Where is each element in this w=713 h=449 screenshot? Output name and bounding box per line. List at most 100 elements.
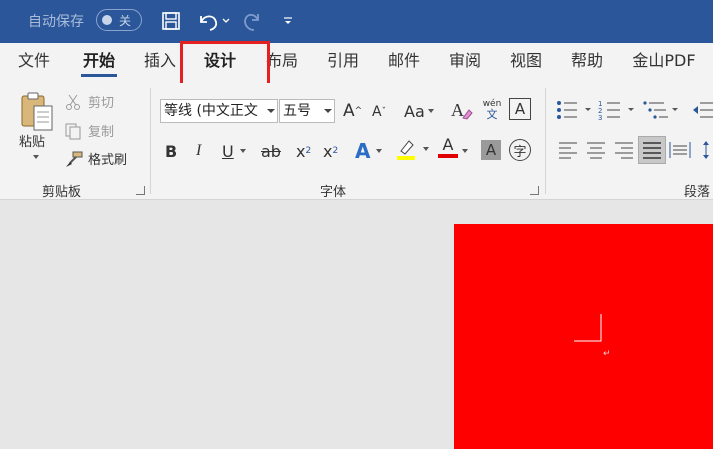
chevron-down-icon [427,109,434,113]
format-painter-label: 格式刷 [88,153,128,168]
bold-button[interactable]: B [165,139,177,163]
document-area: ↵ [0,200,713,449]
tab-help[interactable]: 帮助 [563,43,611,83]
underline-button[interactable]: U [222,139,246,163]
customize-quick-access-icon[interactable] [280,8,296,34]
font-group-label: 字体 [320,185,347,200]
superscript-label: x [323,141,333,161]
active-tab-indicator [81,74,117,77]
autosave-toggle[interactable]: 关 [96,9,142,31]
format-painter-button[interactable]: 格式刷 [64,149,127,168]
highlighter-icon [397,140,415,160]
subscript-label: x [296,141,306,161]
paste-dropdown[interactable] [33,155,39,159]
document-page[interactable]: ↵ [454,224,713,449]
clipboard-launcher-icon[interactable] [136,186,145,195]
chevron-down-icon [239,149,246,153]
superscript-digit: 2 [332,146,339,156]
superscript-button[interactable]: x2 [323,139,338,163]
group-divider [545,88,546,194]
shrink-caret-icon: ˇ [381,107,387,117]
decrease-indent-button[interactable] [690,98,713,122]
font-color-button[interactable]: A [438,137,458,161]
tab-references[interactable]: 引用 [319,43,367,83]
margin-corner-marker [574,314,602,342]
chevron-down-icon [267,109,275,113]
save-icon[interactable] [158,8,184,34]
distributed-button[interactable] [668,138,692,162]
line-spacing-button[interactable] [700,138,713,162]
enclose-characters-button[interactable]: 字 [509,139,531,161]
font-color-dropdown[interactable] [462,139,468,163]
font-color-label: A [442,135,454,154]
grow-font-button[interactable]: A ^ [343,99,362,123]
change-case-button[interactable]: Aa [404,99,434,123]
align-center-button[interactable] [584,138,608,162]
design-tab-highlight [180,41,270,88]
strikethrough-label: ab [261,141,281,161]
character-border-label: A [514,100,526,118]
font-color-swatch [438,154,458,158]
character-border-button[interactable]: A [509,98,531,120]
strikethrough-button[interactable]: ab [261,139,281,163]
chevron-down-icon [33,155,39,159]
redo-icon[interactable] [240,8,266,34]
copy-button[interactable]: 复制 [64,121,114,140]
title-bar: 自动保存 关 [0,0,713,43]
format-painter-icon [66,151,83,167]
paragraph-mark-icon: ↵ [603,349,611,359]
undo-icon[interactable] [194,8,232,34]
numbering-button[interactable]: 123 [598,98,638,122]
subscript-button[interactable]: x2 [296,139,311,163]
font-launcher-icon[interactable] [530,186,539,195]
font-size-combo[interactable]: 五号 [279,99,335,123]
shrink-font-label: A [372,104,382,120]
justify-button[interactable] [638,136,666,164]
bullets-button[interactable] [555,98,595,122]
tab-insert[interactable]: 插入 [136,43,184,83]
highlight-color-button[interactable] [395,137,429,161]
clipboard-group-label: 剪贴板 [42,185,82,200]
font-name-combo[interactable]: 等线 (中文正文 [160,99,278,123]
cut-button[interactable]: 剪切 [64,92,114,111]
grow-caret-icon: ^ [354,106,363,116]
text-effects-button[interactable]: A [355,139,383,163]
toggle-knob [102,15,112,25]
tab-view[interactable]: 视图 [502,43,550,83]
font-name-value: 等线 (中文正文 [164,103,258,119]
paragraph-group-label: 段落 [684,185,711,200]
svg-text:A: A [451,100,464,120]
phonetic-guide-button[interactable]: wén 文 [480,97,504,123]
font-size-value: 五号 [283,103,311,119]
tab-home[interactable]: 开始 [75,43,123,83]
clear-formatting-icon[interactable]: A [448,97,474,123]
scissors-icon [66,94,80,110]
group-divider [150,88,151,194]
tab-review[interactable]: 审阅 [441,43,489,83]
tab-kingsoft-pdf[interactable]: 金山PDF [624,43,704,83]
tab-file[interactable]: 文件 [10,43,58,83]
ribbon: 粘贴 剪切 复制 格式刷 剪贴板 等线 (中文正文 五号 A ^ Aˇ Aa A … [0,83,713,200]
paste-button[interactable]: 粘贴 [19,131,45,150]
autosave-label: 自动保存 [28,14,84,30]
character-shading-label: A [485,141,497,159]
italic-label: I [196,142,202,159]
shrink-font-button[interactable]: Aˇ [372,101,386,123]
copy-icon [65,123,81,139]
tab-mailings[interactable]: 邮件 [380,43,428,83]
character-shading-button[interactable]: A [481,140,501,160]
align-left-button[interactable] [556,138,580,162]
italic-button[interactable]: I [196,139,201,163]
chevron-down-icon [423,147,429,151]
bold-label: B [165,141,178,161]
autosave-state: 关 [119,14,132,28]
multilevel-list-button[interactable] [642,98,682,122]
paste-label: 粘贴 [19,135,46,150]
chevron-down-icon [376,149,383,153]
align-right-button[interactable] [612,138,636,162]
copy-label: 复制 [88,125,115,140]
underline-label: U [222,141,234,161]
text-effects-label: A [355,139,371,163]
paste-icon[interactable] [16,89,58,133]
subscript-digit: 2 [305,146,312,156]
